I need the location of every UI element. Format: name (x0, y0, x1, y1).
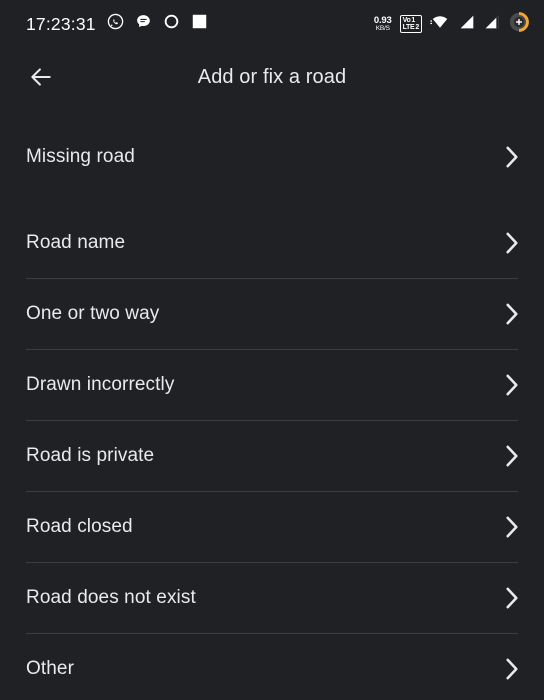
back-arrow-icon (31, 68, 51, 86)
signal-sim1-icon (458, 14, 475, 35)
volte-line2-sup: 2 (415, 24, 419, 32)
status-bar-left: 17:23:31 (26, 13, 208, 35)
volte-line2: LTE (402, 24, 415, 32)
list-item-other[interactable]: Other (0, 634, 544, 700)
volte-line1: Vo (402, 16, 411, 24)
list-item-label: Other (26, 658, 75, 679)
chevron-right-icon (506, 374, 518, 396)
chevron-right-icon (506, 587, 518, 609)
list-item-road-name[interactable]: Road name (0, 208, 544, 278)
status-bar-right: 0.93 KB/S Vo 1 LTE 2 (374, 11, 530, 38)
list-item-road-does-not-exist[interactable]: Road does not exist (0, 563, 544, 633)
wifi-icon (430, 14, 450, 35)
chat-bubble-icon (135, 13, 152, 35)
chevron-right-icon (506, 303, 518, 325)
circle-outline-icon (163, 13, 180, 35)
chevron-right-icon (506, 516, 518, 538)
square-filled-icon (191, 13, 208, 35)
app-bar: Add or fix a road (0, 48, 544, 106)
chevron-right-icon (506, 445, 518, 467)
page-title: Add or fix a road (197, 65, 347, 88)
network-speed-unit: KB/S (375, 25, 390, 32)
list-item-label: Road is private (26, 445, 155, 466)
list-item-road-closed[interactable]: Road closed (0, 492, 544, 562)
list-item-label: Road does not exist (26, 587, 196, 608)
back-button[interactable] (14, 50, 68, 104)
network-speed-indicator: 0.93 KB/S (373, 14, 392, 33)
list-item-label: Road closed (26, 516, 133, 537)
list-item-label: Road name (26, 232, 126, 253)
list-item-drawn-incorrectly[interactable]: Drawn incorrectly (0, 350, 544, 420)
signal-sim2-icon (483, 14, 500, 35)
list-item-one-or-two-way[interactable]: One or two way (0, 279, 544, 349)
status-bar: 17:23:31 0.93 KB/S Vo 1 LTE 2 (0, 0, 544, 48)
whatsapp-icon (107, 13, 124, 35)
list-item-road-is-private[interactable]: Road is private (0, 421, 544, 491)
list-item-missing-road[interactable]: Missing road (0, 106, 544, 208)
reason-list: Missing road Road name One or two way Dr… (0, 106, 544, 700)
list-item-label: Drawn incorrectly (26, 374, 175, 395)
chevron-right-icon (506, 146, 518, 168)
volte-icon: Vo 1 LTE 2 (399, 14, 422, 34)
chevron-right-icon (506, 658, 518, 680)
network-speed-value: 0.93 (373, 14, 392, 26)
phone-screen: 17:23:31 0.93 KB/S Vo 1 LTE 2 Add or fix… (0, 0, 544, 700)
list-item-label: One or two way (26, 303, 160, 324)
battery-charging-icon (508, 11, 530, 38)
volte-line1-sup: 1 (411, 16, 416, 24)
list-item-label: Missing road (26, 146, 135, 167)
status-bar-clock: 17:23:31 (26, 13, 96, 34)
chevron-right-icon (506, 232, 518, 254)
